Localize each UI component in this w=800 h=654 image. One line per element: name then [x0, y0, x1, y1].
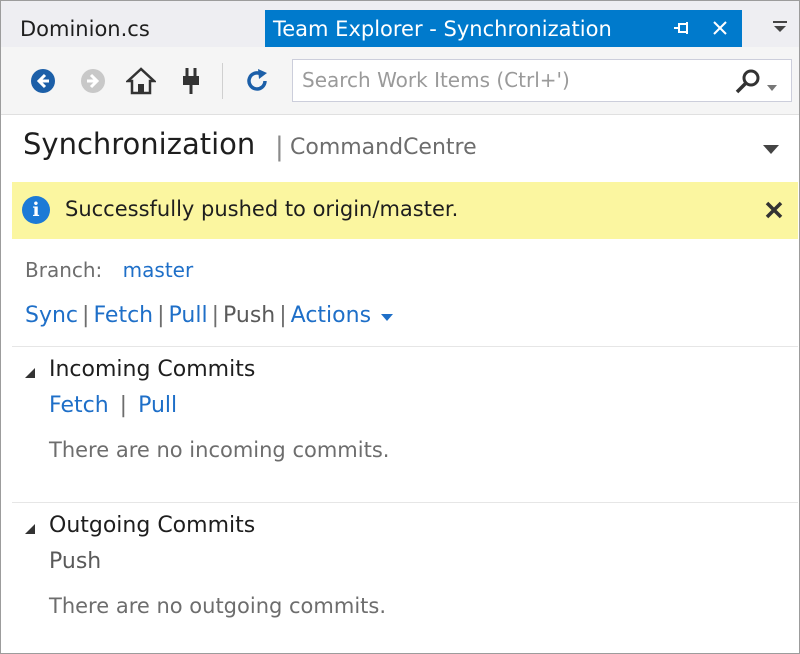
link-separator: | [157, 303, 165, 328]
sync-actions: Sync | Fetch | Pull | Push | Actions [25, 303, 394, 328]
close-icon[interactable] [757, 193, 791, 227]
search-dropdown-icon[interactable] [767, 76, 777, 95]
incoming-pull-link[interactable]: Pull [138, 393, 177, 418]
chevron-down-icon[interactable] [381, 313, 394, 321]
team-explorer-toolbar: Search Work Items (Ctrl+') [1, 47, 799, 115]
link-separator: | [82, 303, 90, 328]
branch-link[interactable]: master [123, 258, 194, 282]
section-divider [12, 346, 798, 347]
search-work-items-input[interactable]: Search Work Items (Ctrl+') [292, 59, 792, 102]
outgoing-push-action-disabled: Push [49, 549, 102, 574]
tab-team-explorer[interactable]: Team Explorer - Synchronization [265, 10, 742, 47]
info-icon: i [22, 196, 50, 224]
link-separator: | [279, 303, 287, 328]
incoming-commits-title[interactable]: Incoming Commits [49, 357, 255, 382]
incoming-links: Fetch | Pull [49, 393, 177, 418]
branch-label: Branch: [25, 258, 103, 282]
actions-menu-link[interactable]: Actions [291, 303, 371, 328]
incoming-fetch-link[interactable]: Fetch [49, 393, 109, 418]
home-icon[interactable] [125, 65, 157, 97]
tab-overflow-icon[interactable] [767, 15, 793, 39]
search-icon[interactable] [734, 68, 762, 94]
section-divider [12, 502, 798, 503]
outgoing-commits-title[interactable]: Outgoing Commits [49, 513, 255, 538]
toolbar-separator [222, 63, 223, 99]
collapse-triangle-icon[interactable] [25, 368, 35, 378]
branch-row: Branch: master [25, 258, 193, 282]
incoming-empty-message: There are no incoming commits. [49, 438, 390, 462]
outgoing-empty-message: There are no outgoing commits. [49, 594, 387, 618]
tab-label: Dominion.cs [20, 16, 150, 41]
back-icon[interactable] [27, 65, 59, 97]
search-placeholder: Search Work Items (Ctrl+') [302, 68, 570, 92]
pull-link[interactable]: Pull [169, 303, 208, 328]
document-tab-strip: Dominion.cs Team Explorer - Synchronizat… [1, 1, 799, 47]
page-menu-icon[interactable] [763, 140, 779, 159]
repository-name: CommandCentre [290, 135, 477, 160]
forward-icon[interactable] [77, 65, 109, 97]
notification-bar: i Successfully pushed to origin/master. [12, 182, 798, 239]
push-action-disabled: Push [223, 303, 276, 328]
outgoing-links: Push [49, 549, 101, 574]
connect-icon[interactable] [175, 65, 207, 97]
sync-link[interactable]: Sync [25, 303, 78, 328]
page-title: Synchronization [23, 127, 256, 161]
tab-dominion-cs[interactable]: Dominion.cs [1, 10, 160, 47]
page-header: Synchronization | CommandCentre [1, 115, 799, 182]
link-separator: | [211, 303, 220, 328]
tab-label: Team Explorer - Synchronization [273, 16, 612, 41]
fetch-link[interactable]: Fetch [93, 303, 153, 328]
link-separator: | [119, 393, 128, 418]
pin-icon[interactable] [670, 16, 694, 40]
refresh-icon[interactable] [241, 65, 273, 97]
close-icon[interactable] [705, 13, 735, 43]
notification-message: Successfully pushed to origin/master. [65, 197, 459, 221]
collapse-triangle-icon[interactable] [25, 524, 35, 534]
title-separator: | [275, 132, 284, 162]
